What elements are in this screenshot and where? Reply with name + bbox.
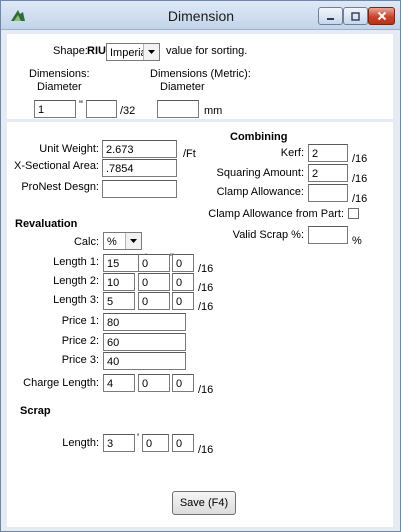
scrap-unit: /16 <box>198 444 214 456</box>
shape-label: Shape: <box>53 45 88 57</box>
charge-feet-input[interactable]: 4 <box>103 374 135 392</box>
length2-label: Length 2: <box>53 275 99 287</box>
valid-scrap-label: Valid Scrap %: <box>232 229 304 241</box>
minimize-icon <box>327 17 334 20</box>
close-icon <box>377 11 386 21</box>
save-button[interactable]: Save (F4) <box>172 491 236 515</box>
dimensions-label: Dimensions: <box>29 68 90 80</box>
kerf-label: Kerf: <box>280 147 304 159</box>
valid-scrap-unit: % <box>352 235 362 247</box>
app-logo-icon <box>11 10 25 21</box>
length1-feet-input[interactable]: 15 <box>103 254 143 272</box>
chevron-down-icon[interactable] <box>143 44 159 60</box>
length2-feet-input[interactable]: 10 <box>103 273 135 291</box>
dimensions-metric-label: Dimensions (Metric): <box>150 68 251 80</box>
scrap-length-label: Length: <box>62 437 99 449</box>
diameter-fraction-input[interactable] <box>86 100 117 118</box>
xsection-input[interactable]: .7854 <box>102 159 177 177</box>
charge-inch-input[interactable]: 0 <box>138 374 170 392</box>
main-panel: Unit Weight: 2.673 /Ft X-Sectional Area:… <box>7 122 393 527</box>
feet-mark: ' <box>137 432 140 444</box>
window-title: Dimension <box>167 8 235 24</box>
unit-weight-input[interactable]: 2.673 <box>102 140 177 158</box>
charge-unit: /16 <box>198 384 214 396</box>
scrap-heading: Scrap <box>20 405 51 417</box>
price1-input[interactable]: 80 <box>103 313 186 331</box>
price1-label: Price 1: <box>61 315 99 327</box>
length3-inch-input[interactable]: 0 <box>138 292 170 310</box>
price2-label: Price 2: <box>61 335 99 347</box>
header-panel: Shape: RIUse Imperial value for sorting.… <box>7 34 393 119</box>
clamp-allowance-input[interactable] <box>308 184 348 202</box>
length2-unit: /16 <box>198 282 214 294</box>
revaluation-heading: Revaluation <box>15 218 78 230</box>
dimension-window: Dimension Shape: RIUse Imperial value fo… <box>0 0 401 532</box>
calc-select-value: % <box>107 236 117 248</box>
pronest-label: ProNest Desgn: <box>21 181 99 193</box>
kerf-input[interactable]: 2 <box>308 144 348 162</box>
squaring-unit: /16 <box>352 173 368 185</box>
length1-unit: /16 <box>198 263 214 275</box>
charge-sixteenths-input[interactable]: 0 <box>172 374 194 392</box>
clamp-allowance-unit: /16 <box>352 193 368 205</box>
length3-feet-input[interactable]: 5 <box>103 292 135 310</box>
length1-inch-input[interactable]: 0 <box>138 254 170 272</box>
price2-input[interactable]: 60 <box>103 333 186 351</box>
calc-label: Calc: <box>73 236 99 248</box>
length2-inch-input[interactable]: 0 <box>138 273 170 291</box>
charge-length-label: Charge Length: <box>23 377 99 389</box>
scrap-feet-input[interactable]: 3 <box>103 434 135 452</box>
clamp-allowance-label: Clamp Allowance: <box>216 186 304 198</box>
combining-heading: Combining <box>230 131 288 143</box>
unit-weight-label: Unit Weight: <box>39 143 99 155</box>
length1-label: Length 1: <box>53 256 99 268</box>
fraction-unit: /32 <box>120 105 136 117</box>
sort-hint: value for sorting. <box>166 45 248 57</box>
length3-unit: /16 <box>198 301 214 313</box>
price3-label: Price 3: <box>61 354 99 366</box>
diameter-whole-input[interactable]: 1 <box>34 100 76 118</box>
squaring-label: Squaring Amount: <box>216 167 304 179</box>
xsection-label: X-Sectional Area: <box>14 160 99 172</box>
length2-sixteenths-input[interactable]: 0 <box>172 273 194 291</box>
unit-select[interactable]: Imperial <box>106 43 160 61</box>
diameter-mm-input[interactable] <box>157 100 199 118</box>
pronest-input[interactable] <box>102 180 177 198</box>
diameter-label: Diameter <box>37 81 82 93</box>
length3-sixteenths-input[interactable]: 0 <box>172 292 194 310</box>
title-bar[interactable]: Dimension <box>1 1 400 30</box>
scrap-inch-input[interactable]: 0 <box>142 434 169 452</box>
length1-sixteenths-input[interactable]: 0 <box>172 254 194 272</box>
valid-scrap-input[interactable] <box>308 226 348 244</box>
kerf-unit: /16 <box>352 153 368 165</box>
unit-weight-unit: /Ft <box>183 148 196 160</box>
chevron-down-icon[interactable] <box>125 233 141 249</box>
mm-unit: mm <box>204 105 223 117</box>
clamp-part-checkbox[interactable] <box>348 208 359 219</box>
maximize-icon <box>351 11 360 21</box>
close-button[interactable] <box>368 7 395 25</box>
length3-label: Length 3: <box>53 294 99 306</box>
clamp-part-label: Clamp Allowance from Part: <box>208 208 344 220</box>
minimize-button[interactable] <box>318 7 343 25</box>
calc-select[interactable]: % <box>103 232 142 250</box>
inch-mark: " <box>79 99 83 111</box>
squaring-input[interactable]: 2 <box>308 164 348 182</box>
maximize-button[interactable] <box>343 7 368 25</box>
scrap-sixteenths-input[interactable]: 0 <box>172 434 194 452</box>
price3-input[interactable]: 40 <box>103 352 186 370</box>
diameter-metric-label: Diameter <box>160 81 205 93</box>
